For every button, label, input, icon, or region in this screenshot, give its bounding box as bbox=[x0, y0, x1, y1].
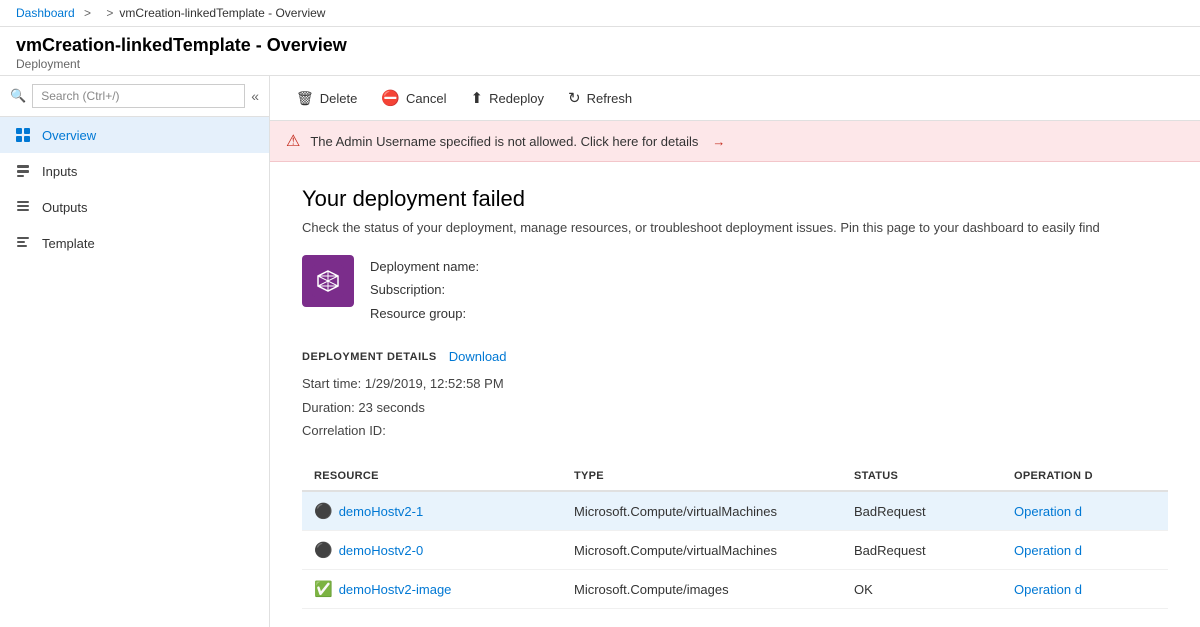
error-status-icon: ⚫ bbox=[314, 541, 333, 559]
deployment-failed-title: Your deployment failed bbox=[302, 186, 1168, 212]
redeploy-icon: ⬆ bbox=[471, 89, 484, 107]
error-arrow-icon: → bbox=[712, 134, 725, 149]
deployment-details-meta: Start time: 1/29/2019, 12:52:58 PM Durat… bbox=[302, 372, 1168, 442]
success-status-icon: ✅ bbox=[314, 580, 333, 598]
delete-button[interactable]: 🗑 Delete bbox=[286, 85, 367, 112]
sidebar-item-overview-label: Overview bbox=[42, 128, 96, 143]
start-time-value: 1/29/2019, 12:52:58 PM bbox=[365, 376, 504, 391]
resource-link[interactable]: demoHostv2-image bbox=[339, 582, 452, 597]
type-cell: Microsoft.Compute/images bbox=[562, 570, 842, 609]
outputs-icon bbox=[14, 198, 32, 216]
deployment-meta: Deployment name: Subscription: Resource … bbox=[370, 255, 479, 325]
resource-link[interactable]: demoHostv2-0 bbox=[339, 543, 424, 558]
status-cell: BadRequest bbox=[842, 491, 1002, 531]
deployment-description: Check the status of your deployment, man… bbox=[302, 220, 1168, 235]
page-header: vmCreation-linkedTemplate - Overview Dep… bbox=[0, 27, 1200, 76]
resources-table: RESOURCE TYPE STATUS OPERATION D ⚫ demoH… bbox=[302, 462, 1168, 609]
table-row[interactable]: ⚫ demoHostv2-1 Microsoft.Compute/virtual… bbox=[302, 491, 1168, 531]
operation-link[interactable]: Operation d bbox=[1014, 504, 1082, 519]
table-row[interactable]: ⚫ demoHostv2-0 Microsoft.Compute/virtual… bbox=[302, 531, 1168, 570]
deployment-info: Deployment name: Subscription: Resource … bbox=[302, 255, 1168, 325]
col-header-resource: RESOURCE bbox=[302, 462, 562, 491]
details-header: DEPLOYMENT DETAILS Download bbox=[302, 349, 1168, 364]
sidebar-item-outputs[interactable]: Outputs bbox=[0, 189, 269, 225]
main-layout: 🔍 « Overview Inputs bbox=[0, 76, 1200, 627]
error-banner: ⚠ The Admin Username specified is not al… bbox=[270, 121, 1200, 162]
correlation-label: Correlation ID: bbox=[302, 423, 386, 438]
error-message: The Admin Username specified is not allo… bbox=[310, 134, 698, 149]
deployment-subscription-label: Subscription: bbox=[370, 282, 445, 297]
sidebar-collapse-button[interactable]: « bbox=[251, 88, 259, 104]
col-header-status: STATUS bbox=[842, 462, 1002, 491]
deployment-resource-group-label: Resource group: bbox=[370, 306, 466, 321]
template-icon bbox=[14, 234, 32, 252]
redeploy-button[interactable]: ⬆ Redeploy bbox=[461, 84, 555, 112]
operation-link[interactable]: Operation d bbox=[1014, 543, 1082, 558]
sidebar-item-inputs[interactable]: Inputs bbox=[0, 153, 269, 189]
sidebar-item-template[interactable]: Template bbox=[0, 225, 269, 261]
sidebar-item-overview[interactable]: Overview bbox=[0, 117, 269, 153]
refresh-button[interactable]: ↻ Refresh bbox=[558, 84, 642, 112]
details-section-title: DEPLOYMENT DETAILS bbox=[302, 351, 437, 363]
error-circle-icon: ⚠ bbox=[286, 131, 300, 151]
operation-cell: Operation d bbox=[1002, 491, 1168, 531]
deployment-logo bbox=[302, 255, 354, 307]
sidebar-nav: Overview Inputs Outputs Te bbox=[0, 117, 269, 627]
download-link[interactable]: Download bbox=[449, 349, 507, 364]
content-area: 🗑 Delete ⛔ Cancel ⬆ Redeploy ↻ Refresh ⚠… bbox=[270, 76, 1200, 627]
duration-label: Duration: bbox=[302, 400, 355, 415]
page-subtitle: Deployment bbox=[16, 57, 1184, 71]
status-cell: BadRequest bbox=[842, 531, 1002, 570]
sidebar-item-inputs-label: Inputs bbox=[42, 164, 77, 179]
operation-cell: Operation d bbox=[1002, 570, 1168, 609]
resource-cell: ⚫ demoHostv2-1 bbox=[302, 491, 562, 531]
error-details-link[interactable]: → bbox=[712, 134, 725, 149]
col-header-operation: OPERATION D bbox=[1002, 462, 1168, 491]
breadcrumb-current: vmCreation-linkedTemplate - Overview bbox=[119, 6, 325, 20]
sidebar-item-template-label: Template bbox=[42, 236, 95, 251]
start-time-label: Start time: bbox=[302, 376, 361, 391]
resource-cell: ✅ demoHostv2-image bbox=[302, 570, 562, 609]
cancel-button[interactable]: ⛔ Cancel bbox=[371, 84, 456, 112]
search-input[interactable] bbox=[32, 84, 245, 108]
sidebar-item-outputs-label: Outputs bbox=[42, 200, 88, 215]
resource-link[interactable]: demoHostv2-1 bbox=[339, 504, 424, 519]
status-cell: OK bbox=[842, 570, 1002, 609]
sidebar: 🔍 « Overview Inputs bbox=[0, 76, 270, 627]
overview-icon bbox=[14, 126, 32, 144]
type-cell: Microsoft.Compute/virtualMachines bbox=[562, 491, 842, 531]
search-icon: 🔍 bbox=[10, 88, 26, 104]
resource-cell: ⚫ demoHostv2-0 bbox=[302, 531, 562, 570]
operation-link[interactable]: Operation d bbox=[1014, 582, 1082, 597]
breadcrumb-separator: > bbox=[81, 6, 91, 20]
refresh-icon: ↻ bbox=[568, 89, 581, 107]
page-title: vmCreation-linkedTemplate - Overview bbox=[16, 35, 1184, 56]
breadcrumb-home[interactable]: Dashboard bbox=[16, 6, 75, 20]
col-header-type: TYPE bbox=[562, 462, 842, 491]
deployment-details: DEPLOYMENT DETAILS Download Start time: … bbox=[302, 349, 1168, 442]
delete-icon: 🗑 bbox=[296, 90, 314, 107]
operation-cell: Operation d bbox=[1002, 531, 1168, 570]
breadcrumb: Dashboard > > vmCreation-linkedTemplate … bbox=[0, 0, 1200, 27]
duration-value: 23 seconds bbox=[358, 400, 425, 415]
error-status-icon: ⚫ bbox=[314, 502, 333, 520]
deployment-name-label: Deployment name: bbox=[370, 259, 479, 274]
sidebar-search-container: 🔍 « bbox=[0, 76, 269, 117]
table-row[interactable]: ✅ demoHostv2-image Microsoft.Compute/ima… bbox=[302, 570, 1168, 609]
type-cell: Microsoft.Compute/virtualMachines bbox=[562, 531, 842, 570]
breadcrumb-separator2: > bbox=[103, 6, 113, 20]
toolbar: 🗑 Delete ⛔ Cancel ⬆ Redeploy ↻ Refresh bbox=[270, 76, 1200, 121]
deployment-content: Your deployment failed Check the status … bbox=[270, 162, 1200, 627]
cancel-icon: ⛔ bbox=[381, 89, 400, 107]
inputs-icon bbox=[14, 162, 32, 180]
